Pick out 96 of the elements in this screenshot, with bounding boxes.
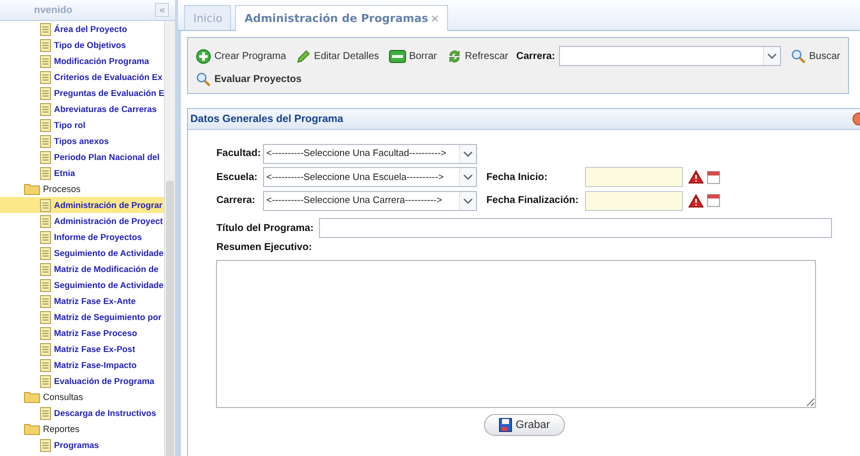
document-icon — [40, 342, 51, 356]
refresh-icon — [446, 48, 462, 64]
date-field[interactable] — [585, 167, 684, 188]
document-icon — [40, 118, 51, 132]
tree-folder[interactable]: Consultas — [0, 389, 164, 405]
tree-item[interactable]: Matriz Fase Ex-Post — [0, 341, 164, 357]
save-button[interactable]: Grabar — [484, 414, 565, 436]
calendar-icon[interactable] — [707, 194, 720, 208]
tree-item[interactable]: Área del Proyecto — [0, 21, 164, 37]
document-icon — [40, 22, 51, 36]
chevron-icon — [463, 150, 474, 157]
document-icon — [40, 246, 51, 260]
document-icon — [40, 294, 51, 308]
document-icon — [40, 310, 51, 324]
tab[interactable]: Administración de Programas × — [235, 5, 448, 31]
document-icon — [40, 230, 51, 244]
toolbar-button[interactable]: Editar Detalles — [296, 48, 380, 64]
folder-icon — [24, 391, 40, 403]
search-button[interactable]: Buscar — [791, 48, 840, 64]
date-field[interactable] — [585, 190, 684, 211]
tree-item[interactable]: Seguimiento de Actividade — [0, 245, 164, 261]
field-label: Facultad: — [216, 148, 260, 160]
tree-item[interactable]: Matriz de Modificación de — [0, 261, 164, 277]
tree-item[interactable]: Abreviaturas de Carreras — [0, 101, 164, 117]
tree-item[interactable]: Matriz Fase-Impacto — [0, 357, 164, 373]
tree-item[interactable]: Etnia — [0, 165, 164, 181]
scrollbar[interactable] — [164, 21, 176, 456]
tree-item[interactable]: Matriz Fase Ex-Ante — [0, 293, 164, 309]
tree-item[interactable]: Tipos anexos — [0, 133, 164, 149]
minus-icon — [389, 50, 406, 62]
tree-folder[interactable]: Procesos — [0, 181, 164, 197]
document-icon — [40, 134, 51, 148]
tree-item[interactable]: Administración de Prograr — [0, 197, 164, 213]
document-icon — [40, 374, 51, 388]
document-icon — [40, 326, 51, 340]
field-label: Escuela: — [216, 172, 258, 183]
warning-icon — [688, 194, 704, 208]
tree-item[interactable]: Preguntas de Evaluación E — [0, 85, 164, 101]
document-icon — [40, 86, 51, 100]
escuela-dropdown[interactable]: <----------Seleccione Una Escuela----------> — [263, 167, 478, 188]
panel-title: Datos Generales del Programa — [190, 113, 344, 125]
calendar-icon[interactable] — [707, 170, 720, 184]
document-icon — [40, 358, 51, 372]
search-icon — [196, 72, 212, 87]
summary-field[interactable] — [216, 260, 816, 408]
document-icon — [40, 214, 51, 228]
pencil-icon — [296, 48, 312, 64]
folder-icon — [24, 423, 40, 435]
tree-item[interactable]: Matriz de Seguimiento por — [0, 309, 164, 325]
tree-item[interactable]: Tipo rol — [0, 117, 164, 133]
tree-folder[interactable]: Reportes — [0, 421, 164, 437]
tree-item[interactable]: Administración de Proyect — [0, 213, 164, 229]
tree-item[interactable]: Modificación Programa — [0, 53, 164, 69]
chevron-icon — [767, 53, 778, 59]
carrera-dropdown[interactable] — [559, 46, 782, 66]
tree-item[interactable]: Tipo de Objetivos — [0, 37, 164, 53]
tree-item[interactable]: Informe de Proyectos — [0, 229, 164, 245]
folder-icon — [24, 183, 40, 195]
plus-icon — [196, 48, 212, 64]
field-label: Carrera: — [216, 195, 256, 206]
field-label: Carrera: — [516, 50, 556, 62]
field-label: Título del Programa: — [216, 222, 314, 234]
floppy-icon — [498, 418, 512, 432]
chevron-icon — [463, 198, 474, 204]
warning-icon — [688, 170, 704, 184]
toolbar-button[interactable]: Refrescar — [446, 48, 508, 64]
sidebar-title: nvenido — [34, 4, 72, 16]
tree-item[interactable]: Seguimiento de Actividade — [0, 277, 164, 293]
field-label: Fecha Finalización: — [486, 195, 580, 206]
facultad-dropdown[interactable]: <----------Seleccione Una Facultad----------> — [263, 144, 478, 164]
tree-item[interactable]: Criterios de Evaluación Ex — [0, 69, 164, 85]
search-icon — [791, 48, 806, 64]
document-icon — [40, 438, 51, 452]
document-icon — [40, 150, 51, 164]
document-icon — [40, 278, 51, 292]
document-icon — [40, 54, 51, 68]
carrera-dropdown[interactable]: <----------Seleccione Una Carrera----------> — [263, 190, 478, 211]
tree-item[interactable]: Periodo Plan Nacional del — [0, 149, 164, 165]
document-icon — [40, 406, 51, 420]
document-icon — [40, 70, 51, 84]
evaluate-button[interactable]: Evaluar Proyectos — [196, 72, 302, 87]
tree-item[interactable]: Descarga de Instructivos — [0, 405, 164, 421]
tree-item[interactable]: Evaluación de Programa — [0, 373, 164, 389]
document-icon — [40, 198, 51, 212]
field-label: Fecha Inicio: — [486, 172, 548, 183]
toolbar-button[interactable]: Crear Programa — [196, 48, 286, 64]
tree-item[interactable]: Programas — [0, 437, 164, 453]
document-icon — [40, 262, 51, 276]
document-icon — [40, 102, 51, 116]
document-icon — [40, 38, 51, 52]
toolbar-button[interactable]: Borrar — [389, 50, 437, 62]
field-label: Resumen Ejecutivo: — [216, 242, 313, 255]
chevron-icon — [463, 174, 474, 180]
tree-item[interactable]: Matriz Fase Proceso — [0, 325, 164, 341]
title-field[interactable] — [318, 218, 832, 238]
document-icon — [40, 166, 51, 180]
